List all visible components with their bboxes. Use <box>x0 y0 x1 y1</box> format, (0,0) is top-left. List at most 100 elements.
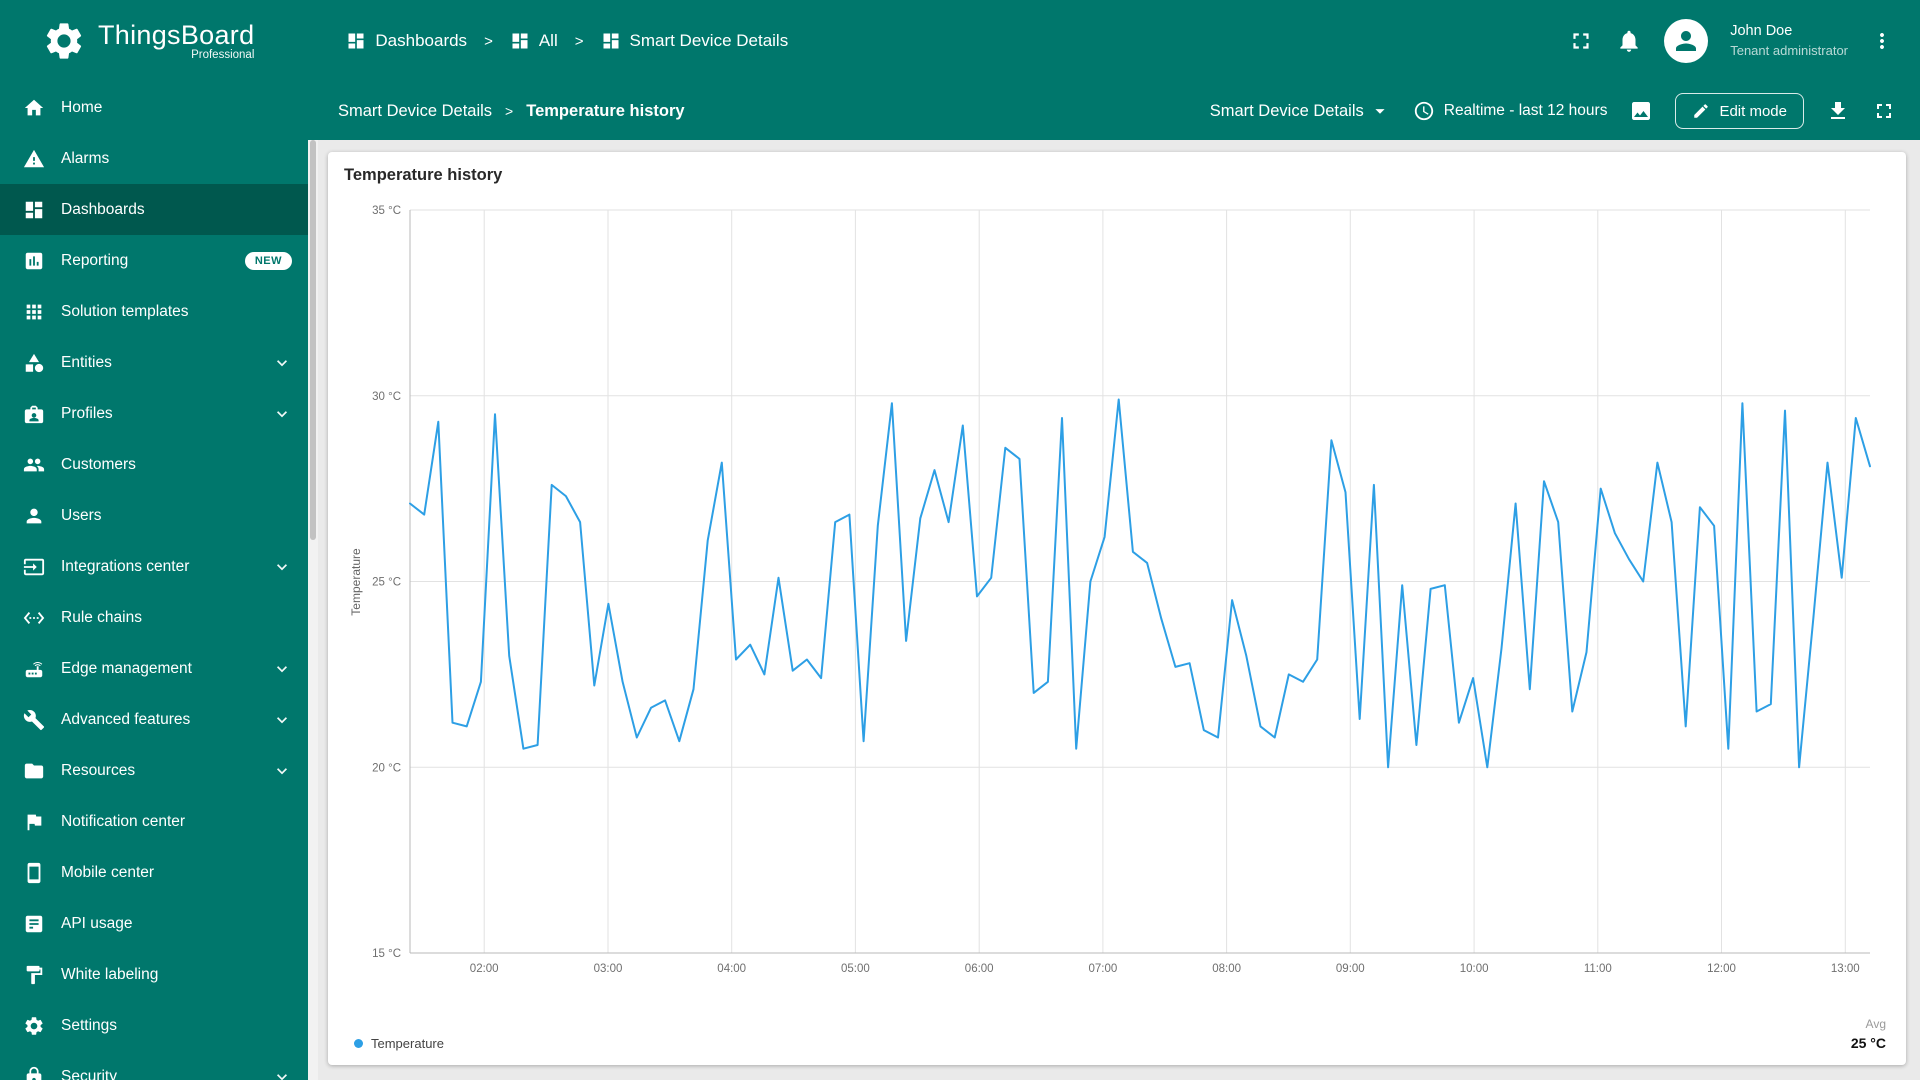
svg-text:06:00: 06:00 <box>965 963 994 975</box>
api-icon <box>23 913 45 935</box>
edit-mode-label: Edit mode <box>1719 102 1787 120</box>
sidebar-item-alarms[interactable]: Alarms <box>0 133 308 184</box>
dashboards-icon <box>23 199 45 221</box>
sidebar-item-white-labeling[interactable]: White labeling <box>0 949 308 1000</box>
breadcrumb-separator: > <box>484 32 493 50</box>
svg-text:08:00: 08:00 <box>1212 963 1241 975</box>
widget-title: Temperature history <box>344 166 503 184</box>
sidebar-item-label: Entities <box>61 353 112 371</box>
dashboard-toolbar: Smart Device Details > Temperature histo… <box>308 82 1920 140</box>
toolbar-breadcrumb-current: Temperature history <box>526 101 685 120</box>
image-gallery-button[interactable] <box>1629 99 1653 123</box>
header-actions: John Doe Tenant administrator <box>1568 19 1894 63</box>
sidebar-item-label: Settings <box>61 1016 118 1034</box>
sidebar-item-integrations-center[interactable]: Integrations center <box>0 541 308 592</box>
sidebar-item-label: Edge management <box>61 659 192 677</box>
edit-mode-button[interactable]: Edit mode <box>1675 93 1804 129</box>
sidebar-item-profiles[interactable]: Profiles <box>0 388 308 439</box>
sidebar-item-label: API usage <box>61 914 133 932</box>
chevron-down-icon <box>272 557 292 577</box>
svg-text:Temperature: Temperature <box>349 548 363 616</box>
integrations-icon <box>23 556 45 578</box>
sidebar-nav: Home Alarms Dashboards Reporting NEW Solution… <box>0 82 308 1080</box>
chevron-down-icon <box>272 761 292 781</box>
clock-icon <box>1413 100 1435 122</box>
agg-value: 25 °C <box>1850 1035 1886 1051</box>
user-avatar[interactable] <box>1664 19 1709 63</box>
breadcrumb-item[interactable]: Smart Device Details <box>601 31 788 51</box>
sidebar-item-resources[interactable]: Resources <box>0 745 308 796</box>
sidebar-scrollbar[interactable] <box>308 140 318 1080</box>
user-role: Tenant administrator <box>1730 43 1848 58</box>
sidebar-item-label: Solution templates <box>61 302 189 320</box>
toolbar-fullscreen-button[interactable] <box>1872 99 1896 123</box>
breadcrumb-item[interactable]: Dashboards <box>346 31 467 51</box>
fullscreen-button[interactable] <box>1568 28 1594 54</box>
toolbar-actions: Smart Device Details Realtime - last 12 … <box>1210 93 1896 129</box>
legend-aggregation: Avg 25 °C <box>1851 1017 1886 1051</box>
more-menu-button[interactable] <box>1870 29 1894 53</box>
temperature-history-widget: Temperature history 02:00 03:00 04:00 05:00… <box>328 152 1906 1065</box>
chevron-down-icon <box>272 353 292 373</box>
sidebar-item-advanced-features[interactable]: Advanced features <box>0 694 308 745</box>
legend-item-temperature[interactable]: Temperature <box>354 1036 444 1051</box>
warning-icon <box>23 148 45 170</box>
sidebar-item-mobile-center[interactable]: Mobile center <box>0 847 308 898</box>
person-icon <box>23 505 45 527</box>
sidebar-item-security[interactable]: Security <box>0 1051 308 1080</box>
sidebar-item-users[interactable]: Users <box>0 490 308 541</box>
sidebar-item-customers[interactable]: Customers <box>0 439 308 490</box>
download-button[interactable] <box>1826 99 1850 123</box>
sidebar-item-rule-chains[interactable]: Rule chains <box>0 592 308 643</box>
svg-text:25 °C: 25 °C <box>372 577 401 589</box>
breadcrumb-item[interactable]: All <box>510 31 558 51</box>
toolbar-breadcrumb-parent[interactable]: Smart Device Details <box>338 102 492 121</box>
dashboard-grid-icon <box>346 31 366 51</box>
sidebar-item-api-usage[interactable]: API usage <box>0 898 308 949</box>
person-icon <box>1671 26 1701 56</box>
user-menu[interactable]: John Doe Tenant administrator <box>1730 22 1848 59</box>
breadcrumb-label: All <box>538 31 558 50</box>
sidebar-item-home[interactable]: Home <box>0 82 308 133</box>
state-selector-label: Smart Device Details <box>1209 101 1364 120</box>
chart-legend: Temperature Avg 25 °C <box>344 999 1890 1057</box>
chevron-down-icon <box>272 1067 292 1080</box>
timewindow-button[interactable]: Realtime - last 12 hours <box>1413 100 1608 122</box>
svg-text:09:00: 09:00 <box>1336 963 1365 975</box>
sidebar-item-label: Integrations center <box>61 557 190 575</box>
reporting-icon <box>23 250 45 272</box>
new-badge: NEW <box>244 251 292 270</box>
sidebar-item-reporting[interactable]: Reporting NEW <box>0 235 308 286</box>
svg-text:12:00: 12:00 <box>1707 963 1736 975</box>
chevron-down-icon <box>272 404 292 424</box>
breadcrumb-label: Dashboards <box>375 31 468 50</box>
timewindow-label: Realtime - last 12 hours <box>1443 102 1608 119</box>
sidebar-scrollbar-thumb[interactable] <box>310 140 316 540</box>
sidebar-item-notification-center[interactable]: Notification center <box>0 796 308 847</box>
dashboard-grid-icon <box>601 31 621 51</box>
thingsboard-logo[interactable]: ThingsBoard Professional <box>42 19 254 63</box>
breadcrumb-separator: > <box>574 32 584 50</box>
sidebar-item-solution-templates[interactable]: Solution templates <box>0 286 308 337</box>
chevron-down-icon <box>272 710 292 730</box>
dashboard-state-selector[interactable]: Smart Device Details <box>1210 100 1391 122</box>
sidebar-item-dashboards[interactable]: Dashboards <box>0 184 308 235</box>
paint-icon <box>23 964 45 986</box>
sidebar-item-label: Customers <box>61 455 136 473</box>
svg-text:13:00: 13:00 <box>1831 963 1860 975</box>
svg-text:15 °C: 15 °C <box>372 948 401 960</box>
logo-title: ThingsBoard <box>98 19 255 50</box>
sidebar-item-label: Resources <box>61 761 136 779</box>
sidebar-item-label: Profiles <box>61 404 113 422</box>
sidebar-item-label: Reporting <box>61 251 129 269</box>
apps-icon <box>23 301 45 323</box>
people-icon <box>23 454 45 476</box>
folder-icon <box>23 760 45 782</box>
sidebar-item-entities[interactable]: Entities <box>0 337 308 388</box>
sidebar-item-edge-management[interactable]: Edge management <box>0 643 308 694</box>
notifications-button[interactable] <box>1616 28 1642 54</box>
agg-header: Avg <box>1865 1017 1886 1031</box>
user-name: John Doe <box>1730 23 1793 40</box>
logo-subtitle: Professional <box>191 49 255 62</box>
sidebar-item-settings[interactable]: Settings <box>0 1000 308 1051</box>
